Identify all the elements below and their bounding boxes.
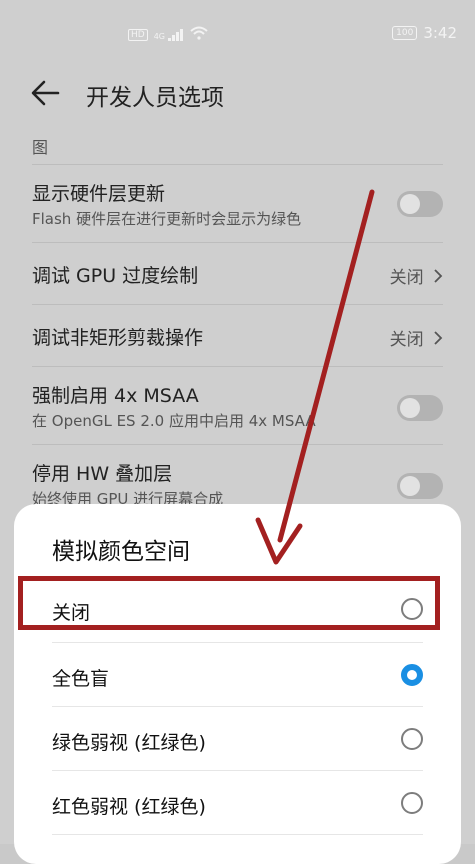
color-space-dialog: 模拟颜色空间 关闭 全色盲 绿色弱视 (红绿色) 红色弱视 (红绿色) (14, 504, 461, 864)
toggle-switch[interactable] (397, 473, 443, 499)
option-monochromacy[interactable]: 全色盲 (52, 644, 423, 708)
section-label: 图 (32, 138, 49, 157)
hd-badge: HD (128, 28, 148, 41)
app-header: 开发人员选项 (0, 72, 475, 116)
signal-label: 4G (153, 31, 165, 41)
setting-disable-hw-overlays[interactable]: 停用 HW 叠加层 始终使用 GPU 进行屏幕合成 (32, 444, 443, 508)
setting-title: 调试非矩形剪裁操作 (32, 327, 204, 349)
setting-value: 关闭 (390, 325, 443, 350)
status-right: 100 3:42 (392, 24, 457, 42)
setting-value-text: 关闭 (389, 268, 424, 288)
setting-title: 停用 HW 叠加层 (32, 463, 173, 485)
setting-force-4x-msaa[interactable]: 强制启用 4x MSAA 在 OpenGL ES 2.0 应用中启用 4x MS… (32, 366, 443, 445)
divider (52, 706, 423, 707)
highlight-box (18, 576, 440, 630)
setting-show-hw-layer-updates[interactable]: 显示硬件层更新 Flash 硬件层在进行更新时会显示为绿色 (32, 164, 443, 241)
arrow-left-icon (31, 80, 60, 106)
setting-title: 调试 GPU 过度绘制 (32, 265, 199, 287)
toggle-switch[interactable] (397, 191, 443, 217)
option-label: 红色弱视 (红绿色) (52, 796, 206, 818)
chevron-right-icon (434, 331, 443, 345)
status-bar: HD 4G 100 3:42 (0, 0, 475, 70)
option-label: 绿色弱视 (红绿色) (52, 732, 206, 754)
setting-debug-gpu-overdraw[interactable]: 调试 GPU 过度绘制 关闭 (32, 242, 443, 305)
page-title: 开发人员选项 (86, 85, 224, 111)
divider (52, 834, 423, 835)
divider (52, 642, 423, 643)
chevron-right-icon (434, 269, 443, 283)
back-button[interactable] (28, 78, 64, 108)
option-deuteranomaly[interactable]: 绿色弱视 (红绿色) (52, 708, 423, 772)
status-left: HD 4G (128, 26, 208, 43)
radio-button-selected[interactable] (401, 664, 423, 686)
radio-button[interactable] (401, 728, 423, 750)
clock: 3:42 (423, 24, 457, 42)
setting-subtitle: Flash 硬件层在进行更新时会显示为绿色 (32, 210, 302, 228)
dialog-title: 模拟颜色空间 (52, 539, 190, 565)
setting-subtitle: 在 OpenGL ES 2.0 应用中启用 4x MSAA (32, 412, 316, 430)
setting-value-text: 关闭 (389, 330, 424, 350)
signal-icon: 4G (153, 28, 184, 41)
screen: HD 4G 100 3:42 开发人员选项 图 显示硬件层更新 Flash 硬件… (0, 0, 475, 864)
option-label: 全色盲 (52, 668, 110, 690)
battery-indicator: 100 (392, 26, 418, 40)
option-protanomaly[interactable]: 红色弱视 (红绿色) (52, 772, 423, 836)
setting-debug-non-rect-clip[interactable]: 调试非矩形剪裁操作 关闭 (32, 304, 443, 367)
setting-value: 关闭 (390, 263, 443, 288)
toggle-switch[interactable] (397, 395, 443, 421)
wifi-icon (190, 26, 208, 43)
setting-title: 强制启用 4x MSAA (32, 385, 199, 407)
radio-button[interactable] (401, 792, 423, 814)
divider (52, 770, 423, 771)
setting-title: 显示硬件层更新 (32, 183, 166, 205)
